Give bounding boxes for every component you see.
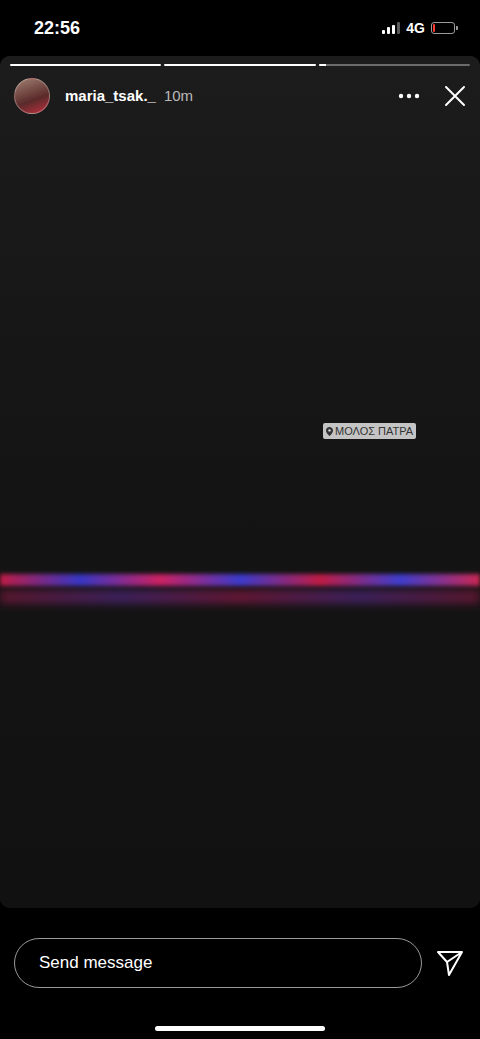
post-time: 10m bbox=[164, 85, 193, 108]
progress-fill bbox=[10, 64, 161, 66]
signal-icon bbox=[382, 22, 400, 34]
close-icon[interactable] bbox=[444, 85, 466, 107]
story-media[interactable]: maria_tsak._ 10m ΜΟΛΟΣ ΠΑΤΡΑ bbox=[0, 56, 480, 908]
battery-fill bbox=[433, 24, 435, 32]
more-icon[interactable] bbox=[398, 93, 420, 99]
progress-fill bbox=[319, 64, 327, 66]
home-indicator[interactable] bbox=[155, 1026, 325, 1031]
battery-icon bbox=[431, 22, 458, 34]
pin-icon bbox=[326, 427, 333, 436]
story-progress bbox=[10, 64, 470, 66]
progress-track bbox=[319, 64, 470, 66]
signal-bar bbox=[392, 25, 395, 34]
network-label: 4G bbox=[406, 18, 425, 39]
clock: 22:56 bbox=[34, 15, 80, 42]
progress-track bbox=[10, 64, 161, 66]
username[interactable]: maria_tsak._ bbox=[65, 85, 156, 108]
location-label: ΜΟΛΟΣ ΠΑΤΡΑ bbox=[335, 424, 413, 438]
battery-track bbox=[431, 22, 455, 34]
signal-bar bbox=[382, 30, 385, 34]
location-sticker[interactable]: ΜΟΛΟΣ ΠΑΤΡΑ bbox=[323, 423, 416, 439]
reply-field[interactable] bbox=[14, 938, 422, 988]
light-strip bbox=[0, 574, 480, 586]
progress-track bbox=[164, 64, 315, 66]
signal-bar bbox=[387, 27, 390, 34]
screen: 22:56 4G maria_tsak._ 10m bbox=[0, 0, 480, 1039]
progress-fill bbox=[164, 64, 315, 66]
signal-bar bbox=[397, 22, 400, 34]
avatar-icon[interactable] bbox=[14, 78, 50, 114]
status-bar: 22:56 4G bbox=[0, 0, 480, 56]
send-icon[interactable] bbox=[436, 949, 464, 977]
